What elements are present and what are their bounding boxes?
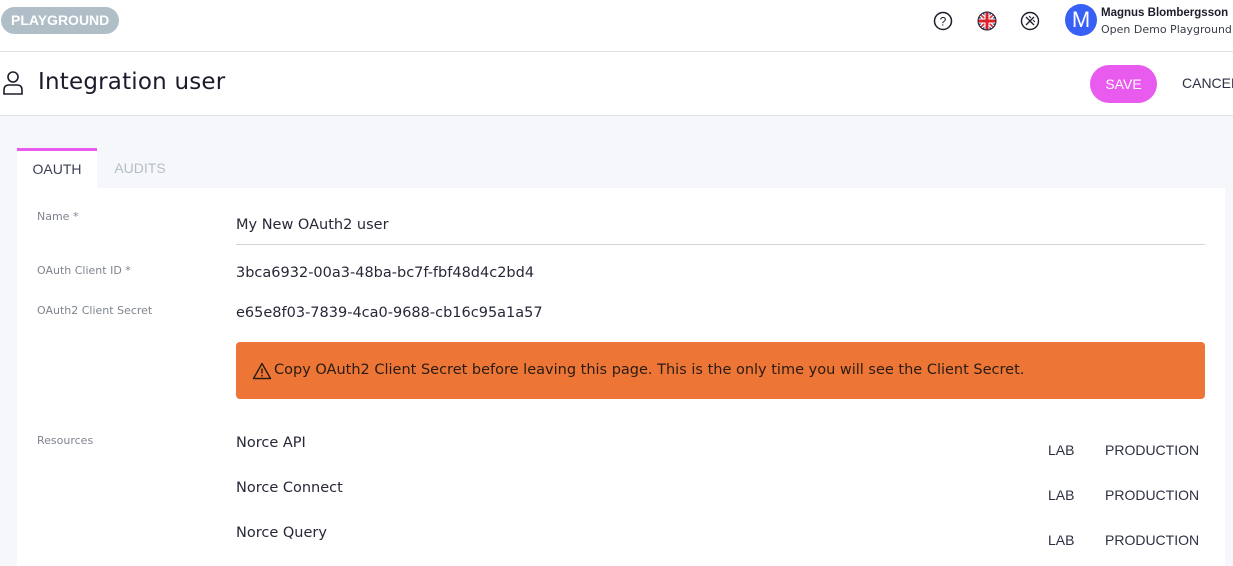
client-secret-label: OAuth2 Client Secret	[37, 304, 153, 317]
client-id-value: 3bca6932-00a3-48ba-bc7f-fbf48d4c2bd4	[236, 265, 535, 281]
secret-warning-text: Copy OAuth2 Client Secret before leaving…	[274, 362, 1025, 378]
user-organization: Open Demo Playground	[1101, 23, 1232, 36]
name-input[interactable]: My New OAuth2 user	[236, 217, 389, 233]
cancel-button[interactable]: CANCEL	[1182, 75, 1233, 91]
resource-production-toggle[interactable]: PRODUCTION	[1105, 442, 1199, 458]
tab-audits[interactable]: AUDITS	[100, 148, 180, 188]
help-icon[interactable]: ?	[932, 10, 954, 32]
environment-badge: PLAYGROUND	[1, 7, 120, 34]
secret-warning-alert: Copy OAuth2 Client Secret before leaving…	[236, 342, 1205, 399]
resource-production-toggle[interactable]: PRODUCTION	[1105, 532, 1199, 548]
tab-oauth[interactable]: OAUTH	[17, 148, 97, 188]
user-avatar[interactable]: M	[1065, 4, 1097, 36]
tools-off-icon[interactable]	[1019, 10, 1041, 32]
resource-name: Norce API	[236, 435, 306, 451]
save-button[interactable]: SAVE	[1090, 65, 1157, 103]
client-id-label: OAuth Client ID *	[37, 264, 131, 277]
resource-lab-toggle[interactable]: LAB	[1048, 532, 1074, 548]
resource-lab-toggle[interactable]: LAB	[1048, 487, 1074, 503]
resources-label: Resources	[37, 434, 94, 447]
name-input-underline	[236, 244, 1205, 245]
top-bar	[0, 0, 1233, 52]
name-label: Name *	[37, 210, 79, 223]
resource-production-toggle[interactable]: PRODUCTION	[1105, 487, 1199, 503]
resource-lab-toggle[interactable]: LAB	[1048, 442, 1074, 458]
user-name: Magnus Blombergsson	[1101, 7, 1229, 19]
warning-icon	[252, 362, 272, 380]
language-flag-uk-icon[interactable]	[976, 10, 998, 32]
resource-name: Norce Query	[236, 525, 327, 541]
resource-name: Norce Connect	[236, 480, 343, 496]
user-icon	[2, 70, 24, 96]
page-title: Integration user	[38, 69, 226, 95]
client-secret-value: e65e8f03-7839-4ca0-9688-cb16c95a1a57	[236, 305, 543, 321]
svg-text:?: ?	[940, 15, 947, 29]
